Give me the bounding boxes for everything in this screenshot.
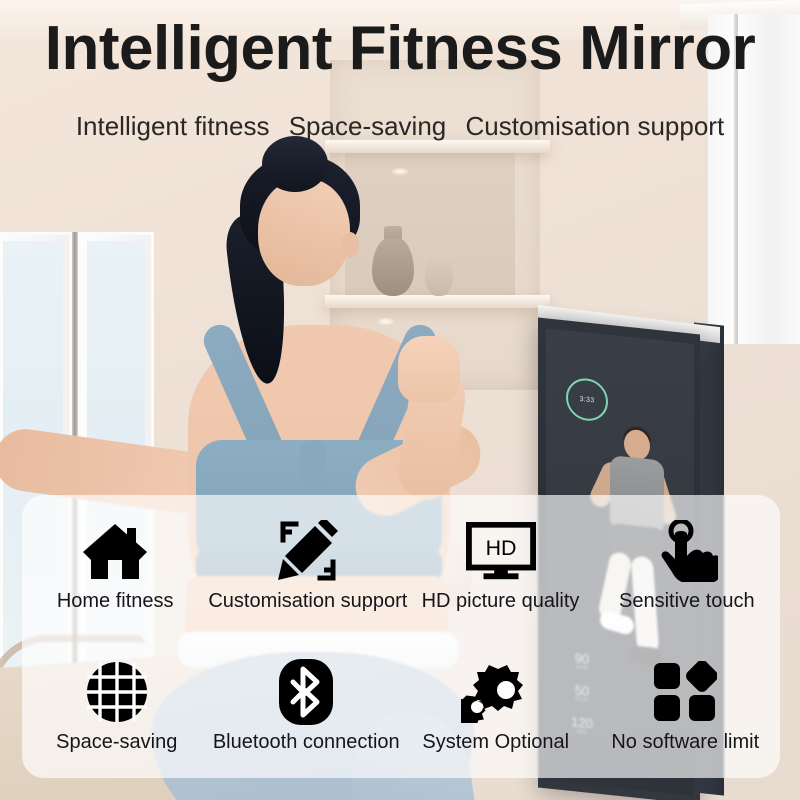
feature-label: Home fitness bbox=[56, 589, 174, 612]
features-row-1: Home fitness Customisation support HD HD… bbox=[22, 495, 780, 637]
feature-label: System Optional bbox=[422, 731, 570, 754]
feature-label: Bluetooth connection bbox=[212, 731, 400, 754]
woman-hand-right bbox=[398, 336, 460, 402]
subtitle-part-2: Space-saving bbox=[288, 111, 447, 141]
bluetooth-icon bbox=[271, 659, 341, 726]
woman-ear bbox=[341, 232, 359, 258]
feature-space-saving[interactable]: Space-saving bbox=[22, 637, 212, 779]
woman-hair-bun bbox=[262, 136, 328, 192]
subtitle-part-1: Intelligent fitness bbox=[75, 111, 270, 141]
feature-sensitive-touch[interactable]: Sensitive touch bbox=[594, 495, 780, 637]
feature-bluetooth-connection[interactable]: Bluetooth connection bbox=[212, 637, 402, 779]
feature-label: HD picture quality bbox=[421, 589, 580, 612]
workout-timer-badge: 3:33 bbox=[566, 376, 608, 423]
feature-system-optional[interactable]: System Optional bbox=[401, 637, 591, 779]
home-icon bbox=[80, 520, 150, 582]
woman-head bbox=[258, 178, 350, 286]
product-banner: 3:33 90 BPM bbox=[0, 0, 800, 800]
subtitle-part-3: Customisation support bbox=[465, 111, 725, 141]
touch-hand-icon bbox=[652, 519, 722, 582]
features-row-2: Space-saving Bluetooth connection System… bbox=[22, 637, 780, 779]
feature-label: Space-saving bbox=[56, 731, 178, 754]
feature-home-fitness[interactable]: Home fitness bbox=[22, 495, 208, 637]
gears-icon bbox=[460, 661, 531, 724]
feature-label: Sensitive touch bbox=[619, 589, 755, 612]
feature-customisation-support[interactable]: Customisation support bbox=[208, 495, 407, 637]
globe-grid-icon bbox=[82, 661, 152, 723]
subtitle: Intelligent fitness Space-saving Customi… bbox=[0, 110, 800, 142]
features-panel: Home fitness Customisation support HD HD… bbox=[22, 495, 780, 778]
feature-label: No software limit bbox=[611, 731, 760, 754]
hd-badge-text: HD bbox=[485, 536, 516, 560]
workout-timer-value: 3:33 bbox=[579, 395, 595, 404]
feature-hd-picture-quality[interactable]: HD HD picture quality bbox=[407, 495, 593, 637]
feature-label: Customisation support bbox=[208, 589, 408, 612]
pencil-edit-icon bbox=[273, 519, 343, 582]
feature-no-software-limit[interactable]: No software limit bbox=[591, 637, 781, 779]
apps-grid-icon bbox=[650, 661, 720, 723]
hd-monitor-icon: HD bbox=[465, 520, 536, 582]
page-title: Intelligent Fitness Mirror bbox=[44, 14, 756, 83]
